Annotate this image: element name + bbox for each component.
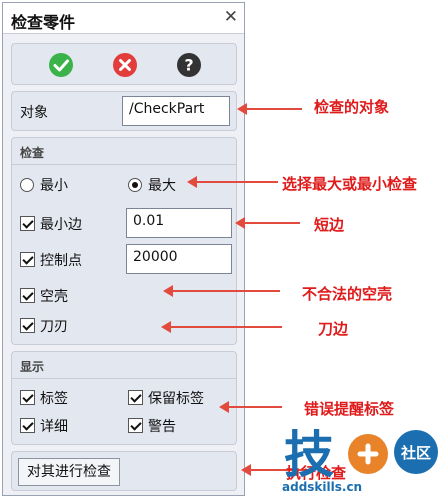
toolbar: ? <box>11 43 237 85</box>
run-check-area: 对其进行检查 <box>11 451 237 491</box>
site-logo-icon: 技 社区 <box>284 426 438 484</box>
object-row: 对象 /CheckPart <box>11 91 237 131</box>
control-points-input[interactable]: 20000 <box>126 244 232 274</box>
x-circle-icon <box>113 53 137 77</box>
min-edge-input[interactable]: 0.01 <box>126 208 232 238</box>
control-points-label: 控制点 <box>40 253 82 269</box>
detail-checkbox[interactable] <box>20 418 35 433</box>
control-points-checkbox[interactable] <box>20 252 35 267</box>
display-group: 显示 标签 保留标签 详细 警告 <box>11 351 237 445</box>
detail-label: 详细 <box>40 419 68 435</box>
empty-shell-label: 空壳 <box>40 289 68 305</box>
tags-checkbox[interactable] <box>20 390 35 405</box>
watermark-logo: 技 社区 addskills.cn <box>282 424 442 500</box>
check-part-panel: 检查零件 ✕ ? 对象 /CheckPart 检查 最小 最大 最小边 0.01… <box>2 2 245 496</box>
radio-min[interactable] <box>20 178 34 192</box>
annotation-arrow <box>161 321 282 333</box>
title-bar: 检查零件 ✕ <box>3 3 244 34</box>
empty-shell-checkbox[interactable] <box>20 288 35 303</box>
annotation-minmax: 选择最大或最小检查 <box>282 175 418 193</box>
annotation-object: 检查的对象 <box>314 98 390 116</box>
site-url: addskills.cn <box>282 480 363 494</box>
divider <box>12 378 236 379</box>
warning-checkbox[interactable] <box>128 418 143 433</box>
annotation-arrow <box>187 176 278 188</box>
ok-button[interactable] <box>48 52 74 78</box>
radio-max-label: 最大 <box>148 178 176 194</box>
warning-label: 警告 <box>148 419 176 435</box>
help-button[interactable]: ? <box>176 52 202 78</box>
blade-label: 刀刃 <box>40 319 68 335</box>
logo-cn: 社区 <box>400 444 431 462</box>
svg-text:?: ? <box>184 56 193 75</box>
radio-max[interactable] <box>128 178 142 192</box>
blade-checkbox[interactable] <box>20 318 35 333</box>
annotation-error-tags: 错误提醒标签 <box>304 400 395 418</box>
run-check-button[interactable]: 对其进行检查 <box>18 458 120 486</box>
annotation-arrow <box>237 103 302 115</box>
annotation-blade-edge: 刀边 <box>318 320 349 338</box>
min-edge-label: 最小边 <box>40 217 82 233</box>
annotation-short-edge: 短边 <box>314 216 345 234</box>
object-field[interactable]: /CheckPart <box>122 96 230 126</box>
object-label: 对象 <box>20 105 48 121</box>
close-icon[interactable]: ✕ <box>224 7 238 27</box>
check-group: 检查 最小 最大 最小边 0.01 控制点 20000 空壳 刀刃 <box>11 137 237 345</box>
keep-tags-label: 保留标签 <box>148 391 204 407</box>
annotation-arrow <box>163 285 280 297</box>
tags-label: 标签 <box>40 391 68 407</box>
annotation-invalid-shell: 不合法的空壳 <box>302 285 393 303</box>
cancel-button[interactable] <box>112 52 138 78</box>
logo-glyph: 技 <box>284 426 334 484</box>
display-section-title: 显示 <box>20 360 45 374</box>
divider <box>12 164 236 165</box>
annotation-arrow <box>219 401 282 413</box>
annotation-arrow <box>235 217 300 229</box>
keep-tags-checkbox[interactable] <box>128 390 143 405</box>
question-circle-icon: ? <box>177 53 201 77</box>
check-circle-icon <box>49 53 73 77</box>
radio-min-label: 最小 <box>40 178 68 194</box>
check-section-title: 检查 <box>20 146 45 160</box>
min-edge-checkbox[interactable] <box>20 216 35 231</box>
panel-title: 检查零件 <box>11 13 76 32</box>
